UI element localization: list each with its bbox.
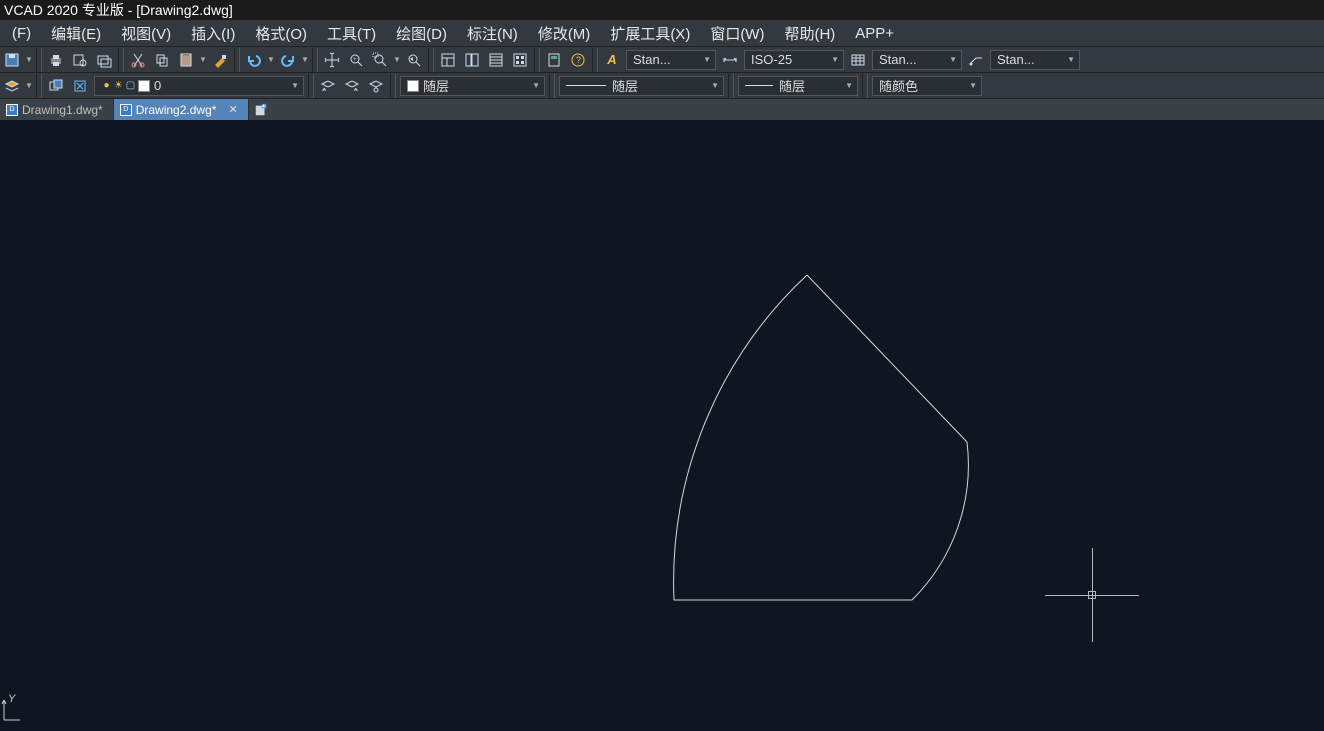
- dim-style-value: ISO-25: [751, 52, 827, 67]
- tool-palettes-icon[interactable]: [485, 49, 507, 71]
- tab-drawing2[interactable]: D Drawing2.dwg* ✕: [114, 99, 249, 120]
- undo-dropdown[interactable]: [266, 49, 276, 71]
- svg-text:+: +: [353, 57, 357, 63]
- menu-format[interactable]: 格式(O): [245, 21, 317, 46]
- color-swatch-icon: [407, 80, 419, 92]
- menu-modify[interactable]: 修改(M): [528, 21, 601, 46]
- menu-insert[interactable]: 插入(I): [181, 21, 245, 46]
- document-tabs: D Drawing1.dwg* D Drawing2.dwg* ✕: [0, 98, 1324, 120]
- pan-icon[interactable]: [321, 49, 343, 71]
- menu-window[interactable]: 窗口(W): [700, 21, 774, 46]
- layer-iso-icon[interactable]: [365, 75, 387, 97]
- lock-icon: ▢: [125, 80, 136, 91]
- mleader-style-value: Stan...: [997, 52, 1063, 67]
- toolbar-standard: + ? A Stan... ISO-25 Stan... Stan...: [0, 46, 1324, 72]
- lineweight-combo[interactable]: 随层: [559, 76, 724, 96]
- paste-icon[interactable]: [175, 49, 197, 71]
- menu-edit[interactable]: 编辑(E): [41, 21, 111, 46]
- zoom-realtime-icon[interactable]: +: [345, 49, 367, 71]
- menu-tools[interactable]: 工具(T): [317, 21, 386, 46]
- mleader-style-combo[interactable]: Stan...: [990, 50, 1080, 70]
- layer-status-icons: ● ☀ ▢: [101, 80, 136, 91]
- line-swatch-icon: [745, 85, 773, 86]
- redo-dropdown[interactable]: [300, 49, 310, 71]
- properties-icon[interactable]: [437, 49, 459, 71]
- dim-style-icon[interactable]: [719, 49, 741, 71]
- mleader-style-icon[interactable]: [965, 49, 987, 71]
- dwg-icon: D: [120, 104, 132, 116]
- layer-previous-icon[interactable]: [317, 75, 339, 97]
- lightbulb-icon: ●: [101, 80, 112, 91]
- layer-freeze-icon[interactable]: [69, 75, 91, 97]
- layer-combo[interactable]: ● ☀ ▢ 0: [94, 76, 304, 96]
- menu-app[interactable]: APP+: [845, 23, 904, 44]
- lineweight2-combo[interactable]: 随层: [738, 76, 858, 96]
- dwg-icon: D: [6, 104, 18, 116]
- menu-view[interactable]: 视图(V): [111, 21, 181, 46]
- plot-color-value: 随颜色: [879, 76, 965, 95]
- sun-icon: ☀: [113, 80, 124, 91]
- redo-icon[interactable]: [277, 49, 299, 71]
- text-style-combo[interactable]: Stan...: [626, 50, 716, 70]
- tab-label: Drawing2.dwg*: [136, 103, 217, 117]
- menu-bar: (F) 编辑(E) 视图(V) 插入(I) 格式(O) 工具(T) 绘图(D) …: [0, 20, 1324, 46]
- publish-icon[interactable]: [93, 49, 115, 71]
- dim-style-combo[interactable]: ISO-25: [744, 50, 844, 70]
- menu-extend[interactable]: 扩展工具(X): [600, 21, 700, 46]
- calc-icon[interactable]: [543, 49, 565, 71]
- plot-color-combo[interactable]: 随颜色: [872, 76, 982, 96]
- linetype-combo[interactable]: 随层: [400, 76, 545, 96]
- save-icon[interactable]: [1, 49, 23, 71]
- layer-color-swatch: [138, 80, 150, 92]
- menu-file[interactable]: (F): [2, 23, 41, 44]
- undo-icon[interactable]: [243, 49, 265, 71]
- paste-dropdown[interactable]: [198, 49, 208, 71]
- toolbar-layers: ● ☀ ▢ 0 随层 随层 随层 随颜色: [0, 72, 1324, 98]
- lineweight2-value: 随层: [779, 76, 841, 95]
- sheet-set-icon[interactable]: [509, 49, 531, 71]
- layer-states-icon[interactable]: [45, 75, 67, 97]
- copy-icon[interactable]: [151, 49, 173, 71]
- line-swatch-icon: [566, 85, 606, 86]
- menu-draw[interactable]: 绘图(D): [386, 21, 457, 46]
- zoom-window-icon[interactable]: [369, 49, 391, 71]
- tab-label: Drawing1.dwg*: [22, 103, 103, 117]
- text-style-icon[interactable]: A: [601, 49, 623, 71]
- table-style-combo[interactable]: Stan...: [872, 50, 962, 70]
- zoom-dropdown[interactable]: [392, 49, 402, 71]
- app-title: VCAD 2020 专业版 - [Drawing2.dwg]: [4, 1, 233, 19]
- lineweight-value: 随层: [612, 76, 707, 95]
- drawing-canvas[interactable]: Y: [0, 120, 1324, 731]
- layer-name: 0: [154, 78, 287, 93]
- ucs-icon: Y: [0, 694, 24, 727]
- layer-match-icon[interactable]: [341, 75, 363, 97]
- menu-dimension[interactable]: 标注(N): [457, 21, 528, 46]
- layer-tools-dropdown[interactable]: [24, 75, 34, 97]
- new-tab-button[interactable]: [249, 99, 273, 120]
- zoom-previous-icon[interactable]: [403, 49, 425, 71]
- title-bar: VCAD 2020 专业版 - [Drawing2.dwg]: [0, 0, 1324, 20]
- table-style-value: Stan...: [879, 52, 945, 67]
- print-icon[interactable]: [45, 49, 67, 71]
- help-icon[interactable]: ?: [567, 49, 589, 71]
- table-style-icon[interactable]: [847, 49, 869, 71]
- tab-drawing1[interactable]: D Drawing1.dwg*: [0, 99, 114, 120]
- cut-icon[interactable]: [127, 49, 149, 71]
- design-center-icon[interactable]: [461, 49, 483, 71]
- linetype-value: 随层: [423, 76, 528, 95]
- close-icon[interactable]: ✕: [228, 103, 237, 116]
- svg-text:?: ?: [576, 55, 581, 65]
- preview-icon[interactable]: [69, 49, 91, 71]
- text-style-value: Stan...: [633, 52, 699, 67]
- save-dropdown[interactable]: [24, 49, 34, 71]
- menu-help[interactable]: 帮助(H): [774, 21, 845, 46]
- drawing-content: [0, 120, 1324, 731]
- match-prop-icon[interactable]: [209, 49, 231, 71]
- layer-properties-icon[interactable]: [1, 75, 23, 97]
- svg-text:Y: Y: [8, 694, 16, 705]
